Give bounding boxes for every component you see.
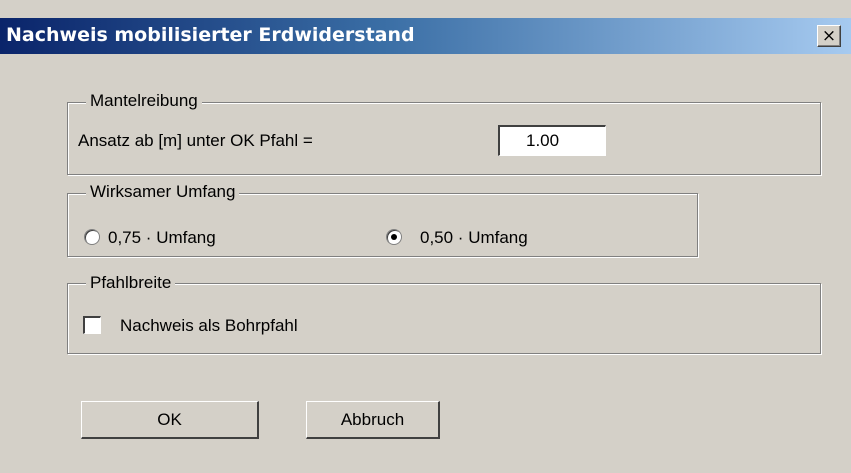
- radio-umfang-050[interactable]: [386, 229, 402, 245]
- group-umfang-legend: Wirksamer Umfang: [86, 182, 240, 202]
- radio-umfang-075-label[interactable]: 0,75 · Umfang: [108, 228, 216, 248]
- radio-umfang-050-label[interactable]: 0,50 · Umfang: [420, 228, 528, 248]
- radio-selected-dot: [391, 234, 397, 240]
- cancel-button[interactable]: Abbruch: [306, 401, 440, 439]
- close-icon: ×: [821, 26, 837, 46]
- bohrpfahl-checkbox-label[interactable]: Nachweis als Bohrpfahl: [120, 316, 298, 336]
- ansatz-label: Ansatz ab [m] unter OK Pfahl =: [78, 131, 313, 150]
- group-pfahlbreite-legend: Pfahlbreite: [86, 273, 176, 293]
- ok-button[interactable]: OK: [81, 401, 259, 439]
- radio-umfang-075[interactable]: [84, 229, 100, 245]
- ansatz-input[interactable]: [498, 125, 606, 156]
- close-button[interactable]: ×: [817, 25, 841, 47]
- dialog-title: Nachweis mobilisierter Erdwiderstand: [6, 24, 415, 46]
- dialog-window: Nachweis mobilisierter Erdwiderstand × M…: [0, 0, 851, 473]
- group-mantelreibung-legend: Mantelreibung: [86, 91, 202, 111]
- bohrpfahl-checkbox[interactable]: [83, 316, 101, 334]
